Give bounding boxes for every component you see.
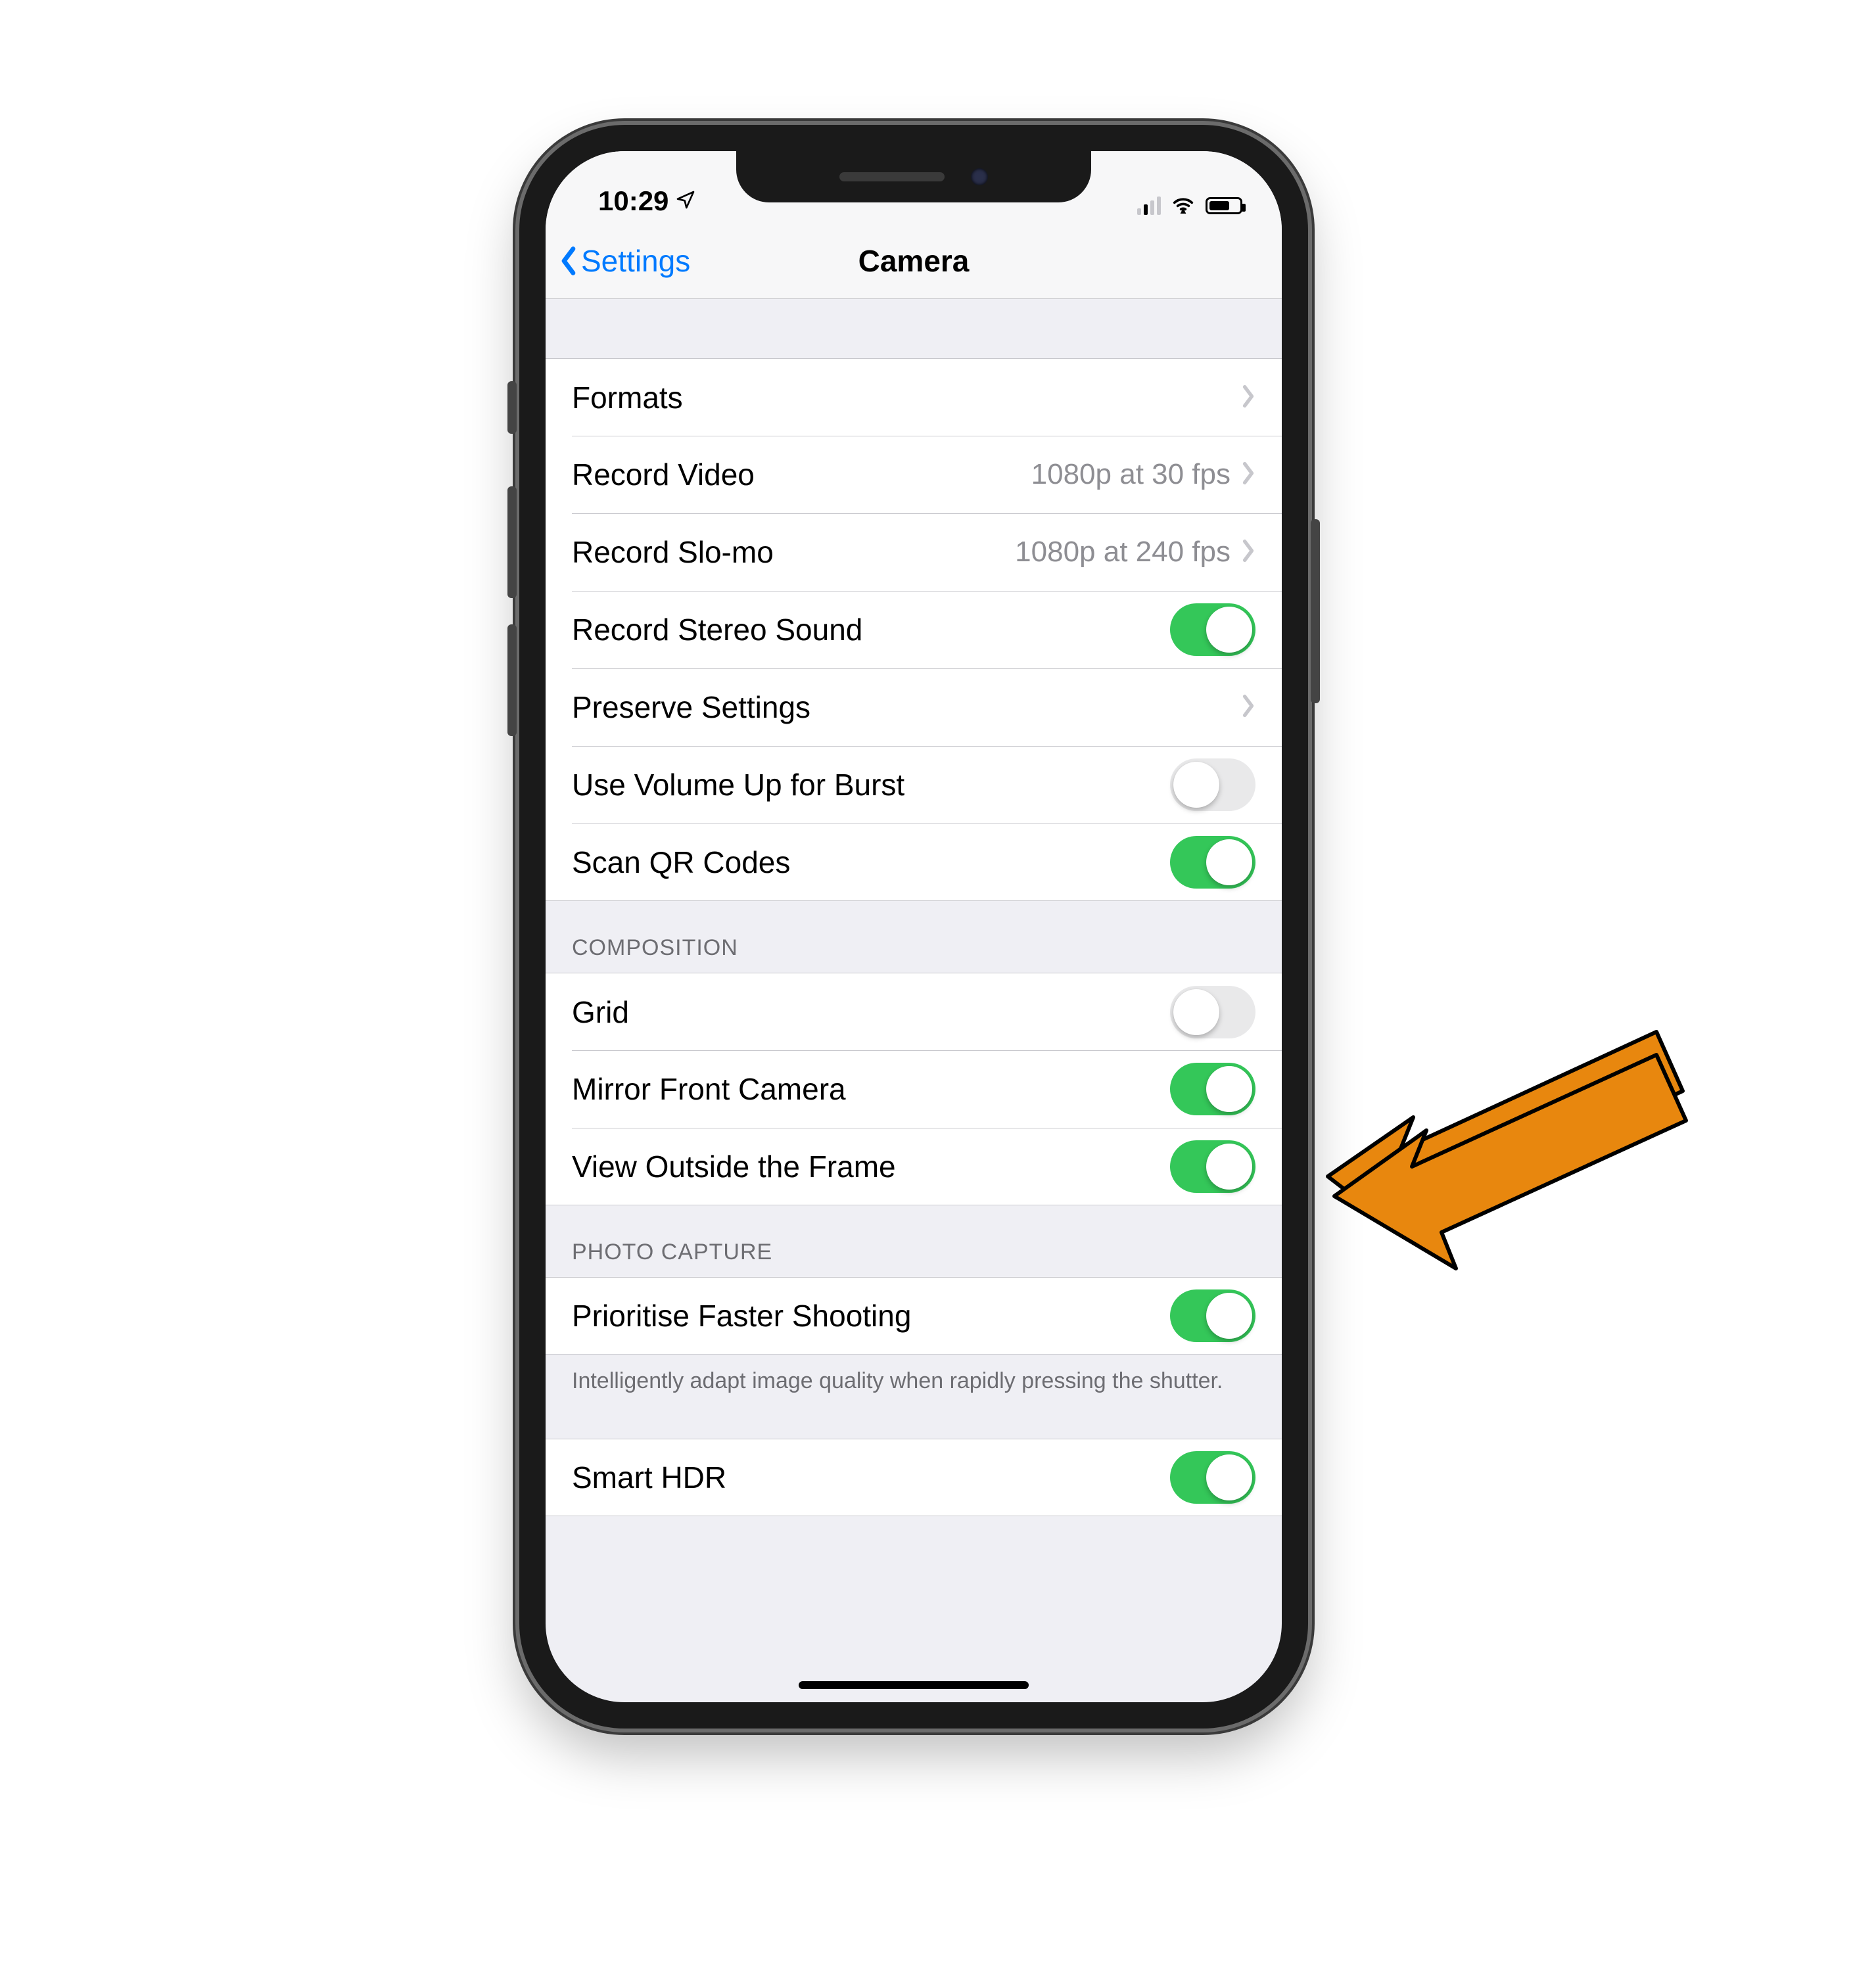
grid-cell: Grid	[546, 973, 1282, 1050]
smart-hdr-cell: Smart HDR	[546, 1439, 1282, 1516]
volume-burst-label: Use Volume Up for Burst	[572, 767, 1170, 802]
chevron-left-icon	[559, 246, 578, 276]
battery-icon	[1206, 197, 1242, 214]
record-slomo-cell[interactable]: Record Slo-mo 1080p at 240 fps	[546, 513, 1282, 591]
back-button[interactable]: Settings	[559, 223, 690, 298]
status-time: 10:29	[598, 185, 668, 217]
annotation-arrow	[1301, 999, 1709, 1275]
view-outside-frame-toggle[interactable]	[1170, 1140, 1255, 1193]
record-video-value: 1080p at 30 fps	[1031, 458, 1231, 491]
stereo-sound-toggle[interactable]	[1170, 603, 1255, 656]
qr-codes-cell: Scan QR Codes	[546, 824, 1282, 901]
page-title: Camera	[858, 243, 970, 279]
mirror-front-camera-cell: Mirror Front Camera	[546, 1050, 1282, 1128]
status-right	[1137, 194, 1242, 217]
volume-burst-toggle[interactable]	[1170, 758, 1255, 811]
front-camera-dot	[971, 168, 988, 185]
chevron-right-icon	[1241, 689, 1255, 725]
smart-hdr-label: Smart HDR	[572, 1460, 1170, 1495]
qr-codes-label: Scan QR Codes	[572, 845, 1170, 880]
mirror-front-camera-toggle[interactable]	[1170, 1063, 1255, 1115]
stereo-sound-label: Record Stereo Sound	[572, 612, 1170, 647]
grid-toggle[interactable]	[1170, 986, 1255, 1038]
view-outside-frame-cell: View Outside the Frame	[546, 1128, 1282, 1205]
home-indicator[interactable]	[799, 1681, 1029, 1689]
record-video-cell[interactable]: Record Video 1080p at 30 fps	[546, 436, 1282, 513]
earpiece-speaker	[839, 172, 945, 181]
volume-burst-cell: Use Volume Up for Burst	[546, 746, 1282, 824]
faster-shooting-label: Prioritise Faster Shooting	[572, 1298, 1170, 1334]
cellular-signal-icon	[1137, 197, 1161, 215]
arrow-icon	[1328, 1032, 1686, 1268]
back-label: Settings	[581, 243, 690, 279]
status-time-group: 10:29	[598, 185, 696, 217]
record-video-label: Record Video	[572, 457, 1031, 492]
formats-cell[interactable]: Formats	[546, 358, 1282, 436]
notch	[736, 151, 1091, 202]
volume-up-button	[507, 486, 517, 598]
location-arrow-icon	[675, 185, 696, 217]
mute-switch	[507, 381, 517, 434]
mirror-front-camera-label: Mirror Front Camera	[572, 1071, 1170, 1107]
grid-label: Grid	[572, 994, 1170, 1030]
section-gap	[546, 299, 1282, 358]
chevron-right-icon	[1241, 534, 1255, 570]
chevron-right-icon	[1241, 380, 1255, 415]
stereo-sound-cell: Record Stereo Sound	[546, 591, 1282, 668]
record-slomo-label: Record Slo-mo	[572, 534, 1015, 570]
faster-shooting-footer: Intelligently adapt image quality when r…	[546, 1355, 1282, 1412]
formats-label: Formats	[572, 380, 1241, 415]
side-button	[1311, 519, 1320, 703]
nav-bar: Settings Camera	[546, 223, 1282, 299]
view-outside-frame-label: View Outside the Frame	[572, 1149, 1170, 1184]
preserve-settings-label: Preserve Settings	[572, 689, 1241, 725]
chevron-right-icon	[1241, 457, 1255, 492]
wifi-icon	[1170, 194, 1196, 217]
composition-header: COMPOSITION	[546, 901, 1282, 973]
volume-down-button	[507, 624, 517, 736]
screen: 10:29 Settings	[546, 151, 1282, 1702]
qr-codes-toggle[interactable]	[1170, 836, 1255, 889]
preserve-settings-cell[interactable]: Preserve Settings	[546, 668, 1282, 746]
photo-capture-header: PHOTO CAPTURE	[546, 1205, 1282, 1277]
faster-shooting-cell: Prioritise Faster Shooting	[546, 1277, 1282, 1355]
phone-frame: 10:29 Settings	[519, 125, 1308, 1729]
record-slomo-value: 1080p at 240 fps	[1015, 536, 1231, 569]
screen-content: 10:29 Settings	[546, 151, 1282, 1702]
faster-shooting-toggle[interactable]	[1170, 1289, 1255, 1342]
smart-hdr-toggle[interactable]	[1170, 1451, 1255, 1504]
